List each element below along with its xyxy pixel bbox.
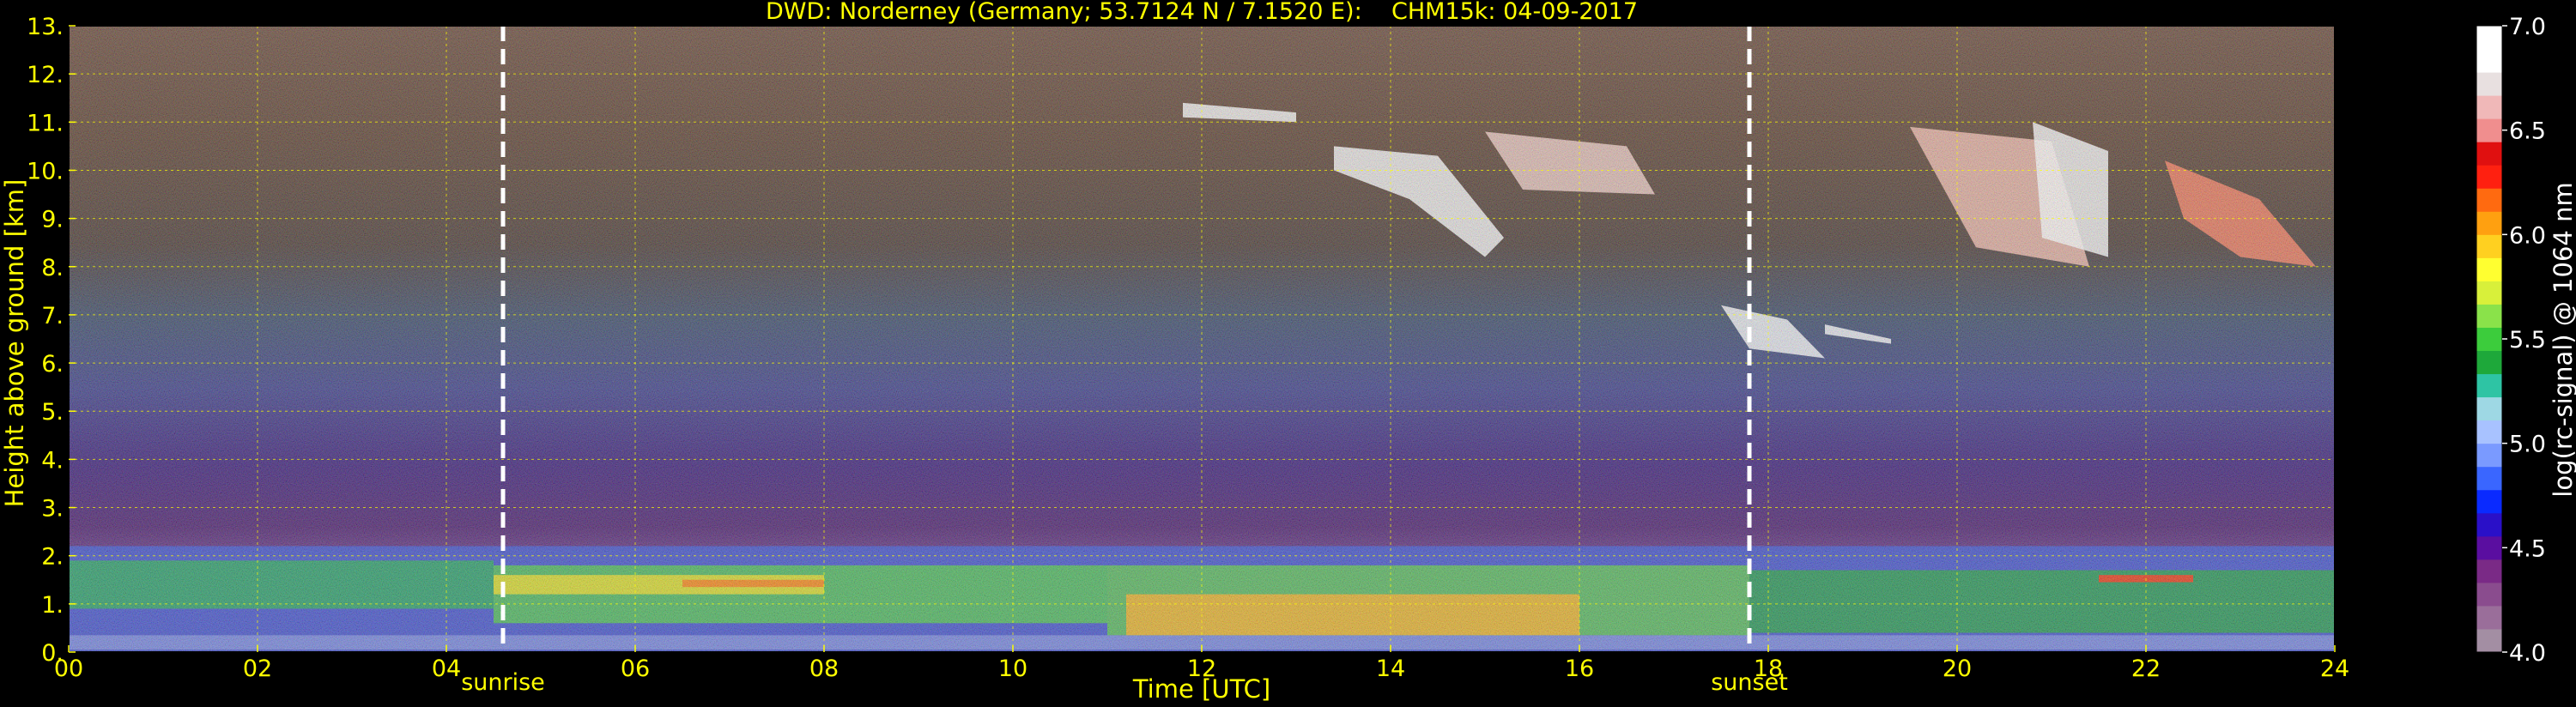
colorbar-segment: [2476, 49, 2502, 73]
colorbar-tick-label: 4.5: [2509, 535, 2546, 562]
colorbar-tick-label: 5.5: [2509, 327, 2546, 354]
colorbar-segment: [2476, 234, 2502, 258]
colorbar-segment: [2476, 582, 2502, 607]
colorbar-segment: [2476, 489, 2502, 514]
y-tick-label: 2.: [41, 544, 64, 571]
y-tick-label: 5.: [41, 399, 64, 426]
y-tick-label: 9.: [41, 207, 64, 233]
colorbar-segment: [2476, 396, 2502, 421]
y-tick-label: 4.: [41, 447, 64, 474]
colorbar-segment: [2476, 26, 2502, 50]
y-tick-label: 10.: [27, 158, 64, 184]
y-tick-label: 0.: [41, 640, 64, 667]
colorbar-tick-label: 7.0: [2509, 14, 2546, 40]
y-tick-label: 7.: [41, 303, 64, 329]
colorbar-tick-label: 4.0: [2509, 640, 2546, 667]
colorbar-segment: [2476, 95, 2502, 119]
colorbar-segment: [2476, 304, 2502, 328]
colorbar-segment: [2476, 72, 2502, 96]
colorbar-segment: [2476, 420, 2502, 444]
colorbar-tick-label: 6.0: [2509, 222, 2546, 249]
colorbar-tick-label: 5.0: [2509, 432, 2546, 458]
colorbar-segment: [2476, 350, 2502, 375]
y-tick-label: 11.: [27, 110, 64, 136]
colorbar-segment: [2476, 281, 2502, 305]
colorbar-segment: [2476, 559, 2502, 583]
colorbar: 4.0 4.5 5.0 5.5 6.0 6.5 7.0: [2476, 14, 2546, 667]
colorbar-segment: [2476, 118, 2502, 142]
colorbar-segment: [2476, 373, 2502, 398]
colorbar-label: log(rc-signal) @ 1064 nm: [2549, 182, 2576, 498]
colorbar-segment: [2476, 327, 2502, 352]
colorbar-segment: [2476, 512, 2502, 537]
colorbar-segment: [2476, 142, 2502, 166]
y-axis-label: Height above ground [km]: [0, 178, 29, 508]
y-tick-label: 1.: [41, 592, 64, 619]
colorbar-segment: [2476, 535, 2502, 560]
y-tick-label: 13.: [27, 14, 64, 40]
colorbar-segment: [2476, 443, 2502, 468]
colorbar-segment: [2476, 466, 2502, 491]
colorbar-segment: [2476, 188, 2502, 212]
colorbar-tick-label: 6.5: [2509, 118, 2546, 145]
y-tick-label: 8.: [41, 255, 64, 281]
chart-title: DWD: Norderney (Germany; 53.7124 N / 7.1…: [765, 0, 1639, 25]
colorbar-segment: [2476, 605, 2502, 630]
y-tick-label: 6.: [41, 351, 64, 378]
colorbar-ticks: 4.0 4.5 5.0 5.5 6.0 6.5 7.0: [2502, 14, 2546, 667]
colorbar-segment: [2476, 211, 2502, 235]
y-tick-label: 3.: [41, 496, 64, 523]
ceilometer-figure: sunrise sunset 00 02 04 06 08 10 12 14 16 18 20 22 24…: [27, 14, 2546, 696]
y-tick-label: 12.: [27, 62, 64, 88]
plot-area: sunrise sunset 00 02 04 06 08 10 12 14 16 18 20 22 24…: [27, 14, 2349, 696]
colorbar-segment: [2476, 257, 2502, 281]
x-axis-label: Time [UTC]: [1132, 674, 1271, 704]
colorbar-segment: [2476, 628, 2502, 653]
colorbar-segment: [2476, 165, 2502, 189]
